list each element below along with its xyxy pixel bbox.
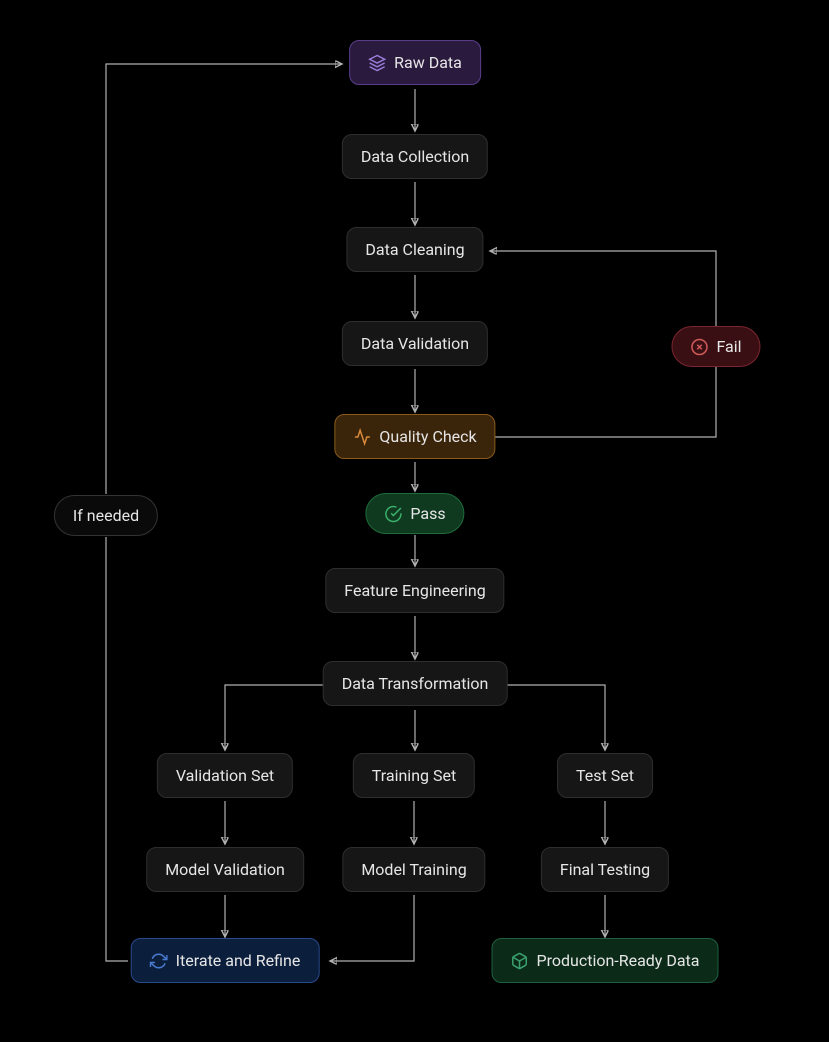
node-if-needed: If needed — [54, 495, 158, 536]
node-data-transformation: Data Transformation — [323, 661, 508, 706]
box-icon — [511, 952, 529, 970]
node-fail: Fail — [671, 326, 760, 367]
node-label: Iterate and Refine — [176, 951, 301, 970]
node-label: Data Cleaning — [365, 240, 464, 259]
node-model-validation: Model Validation — [146, 847, 304, 892]
node-raw-data: Raw Data — [349, 40, 481, 85]
node-quality-check: Quality Check — [334, 414, 495, 459]
node-validation-set: Validation Set — [157, 753, 293, 798]
node-label: Model Validation — [165, 860, 285, 879]
node-label: Data Transformation — [342, 674, 489, 693]
node-model-training: Model Training — [342, 847, 485, 892]
node-training-set: Training Set — [353, 753, 475, 798]
node-label: Raw Data — [394, 53, 462, 72]
node-label: Fail — [716, 337, 741, 356]
node-label: Feature Engineering — [344, 581, 485, 600]
node-test-set: Test Set — [557, 753, 653, 798]
check-circle-icon — [384, 505, 402, 523]
node-label: Pass — [410, 504, 445, 523]
node-data-cleaning: Data Cleaning — [346, 227, 483, 272]
node-label: Training Set — [372, 766, 456, 785]
node-pass: Pass — [365, 493, 464, 534]
x-circle-icon — [690, 338, 708, 356]
node-production-ready: Production-Ready Data — [492, 938, 719, 983]
refresh-icon — [150, 952, 168, 970]
node-label: Data Validation — [361, 334, 469, 353]
node-label: Data Collection — [361, 147, 469, 166]
node-label: Quality Check — [379, 427, 476, 446]
node-data-validation: Data Validation — [342, 321, 488, 366]
node-label: Final Testing — [560, 860, 650, 879]
activity-icon — [353, 428, 371, 446]
node-iterate-refine: Iterate and Refine — [131, 938, 320, 983]
node-label: Test Set — [576, 766, 634, 785]
node-label: Validation Set — [176, 766, 274, 785]
node-label: If needed — [73, 506, 139, 525]
layers-icon — [368, 54, 386, 72]
node-data-collection: Data Collection — [342, 134, 488, 179]
node-label: Production-Ready Data — [537, 951, 700, 970]
node-label: Model Training — [361, 860, 466, 879]
node-final-testing: Final Testing — [541, 847, 669, 892]
node-feature-engineering: Feature Engineering — [325, 568, 504, 613]
